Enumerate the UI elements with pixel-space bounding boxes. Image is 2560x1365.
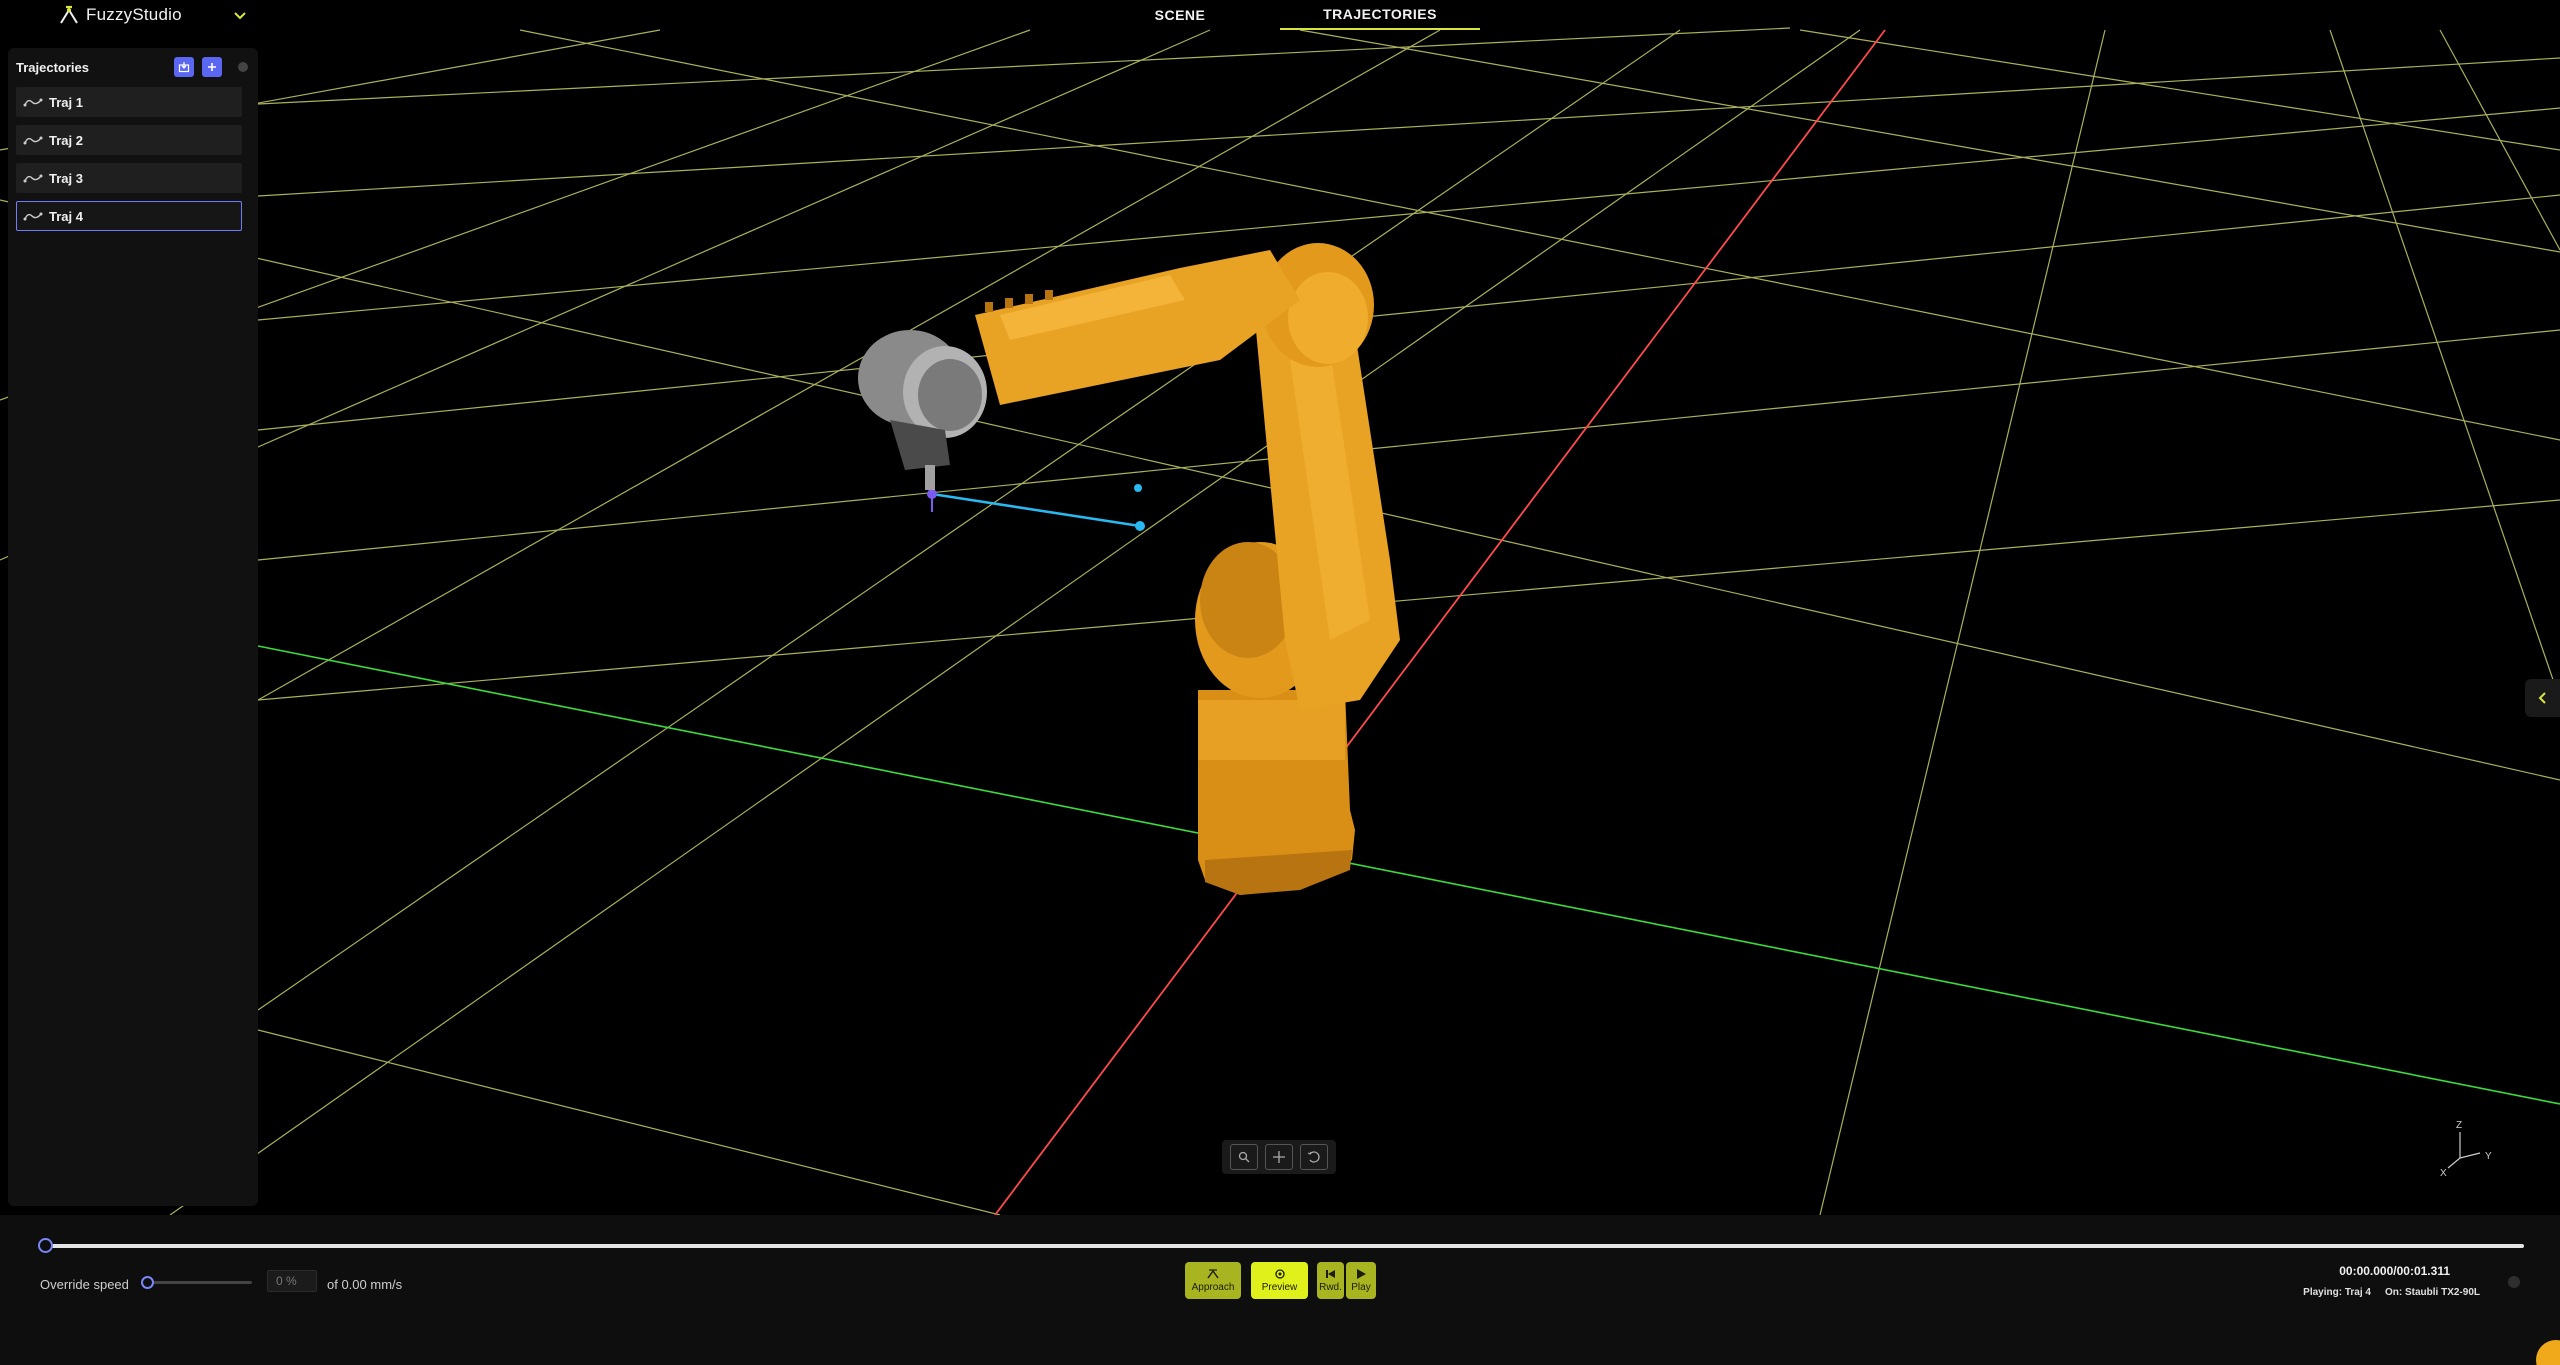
play-button[interactable]: Play bbox=[1346, 1262, 1376, 1299]
tab-scene-label: SCENE bbox=[1154, 7, 1206, 23]
chevron-down-icon[interactable] bbox=[230, 5, 250, 25]
trajectory-label: Traj 4 bbox=[49, 208, 83, 224]
trajectory-list: Traj 1 Traj 2 Traj 3 Traj 4 bbox=[16, 87, 250, 239]
tab-trajectories[interactable]: TRAJECTORIES bbox=[1280, 0, 1480, 30]
tab-scene[interactable]: SCENE bbox=[1140, 0, 1220, 30]
timeline-track[interactable] bbox=[38, 1238, 2524, 1253]
axis-x-label: X bbox=[2440, 1168, 2447, 1178]
speed-slider[interactable] bbox=[141, 1276, 252, 1289]
trajectory-item-4[interactable]: Traj 4 bbox=[16, 201, 242, 231]
3d-viewport[interactable] bbox=[0, 0, 2560, 1215]
preview-button[interactable]: Preview bbox=[1251, 1262, 1308, 1299]
trajectory-icon bbox=[23, 174, 43, 183]
axis-gizmo-icon: Z Y X bbox=[2440, 1120, 2492, 1179]
tab-trajectories-label: TRAJECTORIES bbox=[1323, 6, 1437, 22]
zoom-button[interactable] bbox=[1229, 1144, 1258, 1170]
import-icon bbox=[178, 62, 190, 73]
sidebar-header: Trajectories bbox=[16, 54, 250, 80]
speed-input[interactable]: 0 % bbox=[267, 1270, 317, 1292]
trajectory-label: Traj 3 bbox=[49, 170, 83, 186]
axis-z-label: Z bbox=[2456, 1120, 2462, 1131]
crosshair-icon bbox=[1272, 1151, 1285, 1163]
trajectory-icon bbox=[23, 136, 43, 145]
center-button[interactable] bbox=[1264, 1144, 1293, 1170]
rewind-icon bbox=[1325, 1270, 1335, 1278]
camera-reset-button[interactable] bbox=[1300, 1144, 1329, 1170]
speed-input-placeholder: 0 % bbox=[276, 1274, 297, 1288]
play-icon bbox=[1357, 1269, 1366, 1279]
trajectory-label: Traj 1 bbox=[49, 94, 83, 110]
axis-y-label: Y bbox=[2485, 1151, 2492, 1162]
time-readout: 00:00.000/00:01.311 bbox=[2339, 1264, 2450, 1278]
chevron-left-icon bbox=[2538, 692, 2546, 704]
preview-label: Preview bbox=[1261, 1282, 1298, 1293]
brand-name: FuzzyStudio bbox=[86, 5, 182, 24]
brand[interactable]: FuzzyStudio bbox=[58, 3, 182, 27]
import-trajectory-button[interactable] bbox=[174, 57, 194, 77]
trajectory-icon bbox=[23, 98, 43, 107]
override-speed-label: Override speed bbox=[40, 1277, 129, 1292]
right-panel-toggle[interactable] bbox=[2525, 679, 2560, 717]
playback-status: Playing: Traj 4 On: Staubli TX2-90L bbox=[2240, 1287, 2480, 1298]
add-trajectory-button[interactable] bbox=[202, 57, 222, 77]
trajectory-label: Traj 2 bbox=[49, 132, 83, 148]
playing-status: Playing: Traj 4 bbox=[2303, 1287, 2371, 1298]
add-icon bbox=[208, 63, 216, 71]
camera-reset-icon bbox=[1308, 1151, 1320, 1163]
zoom-icon bbox=[1238, 1151, 1250, 1163]
trajectory-item-3[interactable]: Traj 3 bbox=[16, 163, 242, 193]
top-bar: FuzzyStudio SCENE TRAJECTORIES bbox=[0, 0, 2560, 30]
approach-button[interactable]: Approach bbox=[1185, 1262, 1241, 1299]
sidebar-status-dot[interactable] bbox=[238, 62, 248, 72]
speed-unit-label: of 0.00 mm/s bbox=[327, 1277, 403, 1292]
play-label: Play bbox=[1351, 1282, 1371, 1293]
axis-gizmo: Z Y X bbox=[2430, 1118, 2500, 1179]
approach-label: Approach bbox=[1191, 1282, 1235, 1293]
sidebar-title: Trajectories bbox=[16, 59, 89, 75]
trajectory-icon bbox=[23, 212, 43, 221]
y-axis-line bbox=[257, 645, 2560, 1105]
settings-dot[interactable] bbox=[2508, 1276, 2520, 1288]
trajectory-item-2[interactable]: Traj 2 bbox=[16, 125, 242, 155]
timeline-thumb[interactable] bbox=[38, 1238, 53, 1253]
trajectories-sidebar: Trajectories Traj 1 Traj 2 Traj 3 Traj 4 bbox=[8, 48, 258, 1206]
x-axis-line bbox=[994, 29, 1886, 1215]
scene-canvas[interactable] bbox=[0, 0, 2560, 1215]
robot-status: On: Staubli TX2-90L bbox=[2384, 1287, 2480, 1298]
trajectory-path bbox=[927, 484, 1301, 535]
trajectory-item-1[interactable]: Traj 1 bbox=[16, 87, 242, 117]
speed-slider-thumb[interactable] bbox=[141, 1276, 154, 1289]
viewport-toolbar bbox=[1222, 1140, 1336, 1174]
approach-icon bbox=[1207, 1269, 1219, 1279]
fuzzy-logo-icon bbox=[60, 5, 78, 24]
robot-model bbox=[858, 243, 1400, 895]
rewind-label: Rwd. bbox=[1319, 1282, 1342, 1293]
preview-icon bbox=[1274, 1269, 1285, 1279]
rewind-button[interactable]: Rwd. bbox=[1317, 1262, 1344, 1299]
